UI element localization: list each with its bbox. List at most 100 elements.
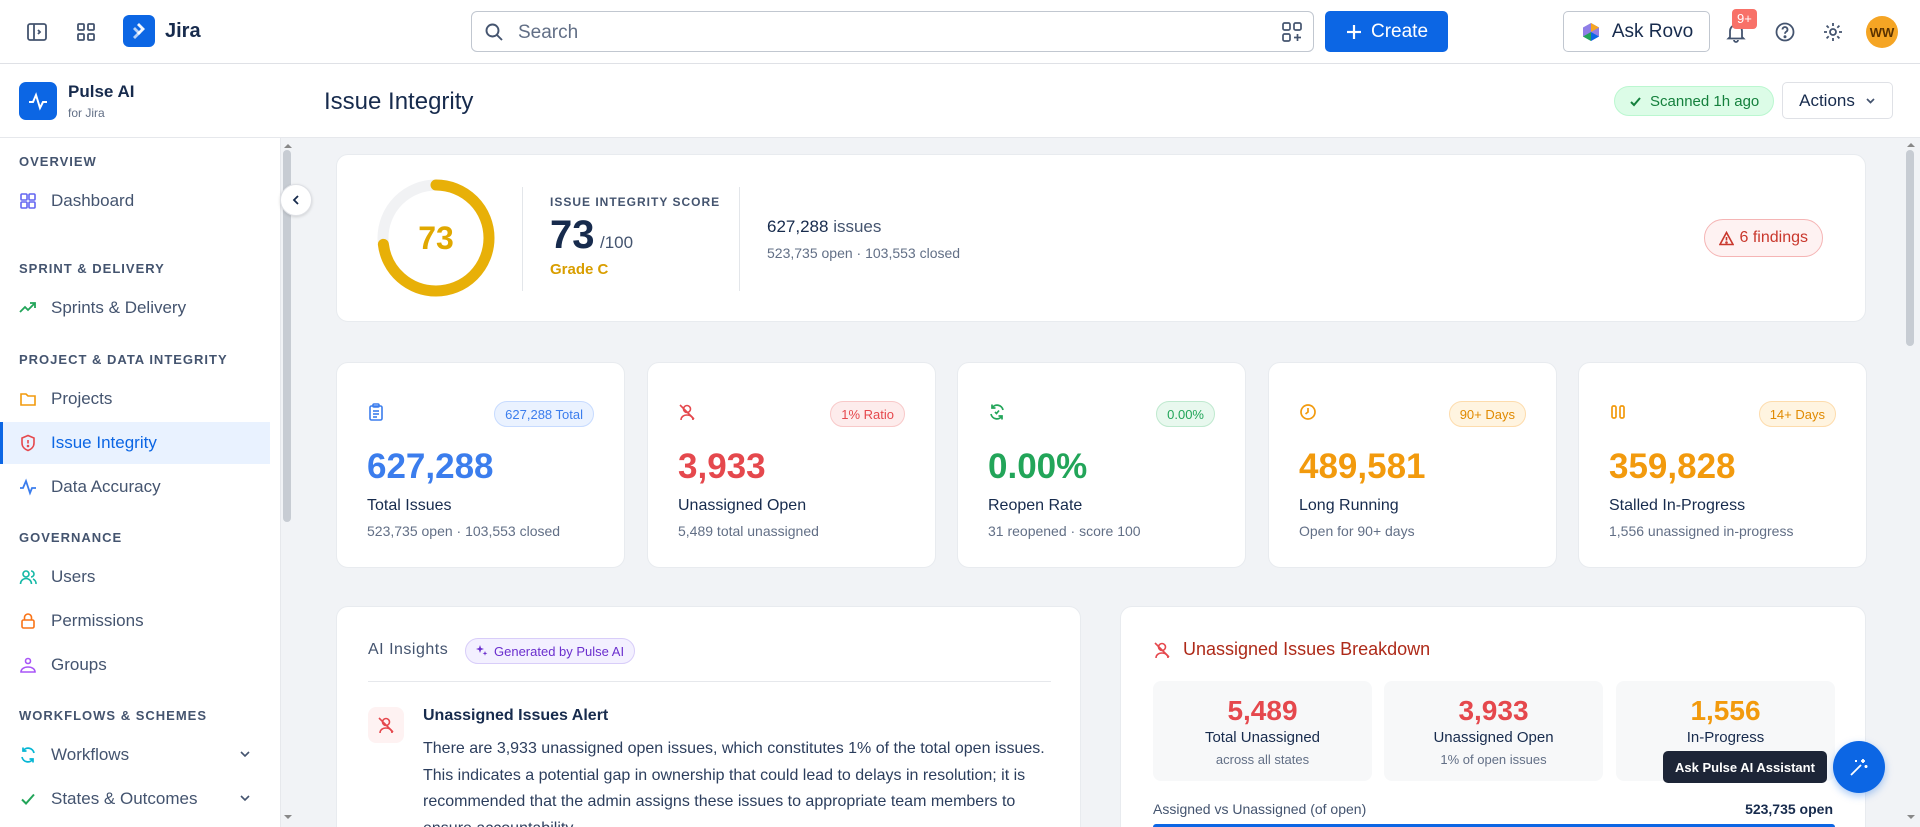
sidebar-item-label: Data Accuracy [51, 477, 161, 496]
sidebar-item-issue-integrity[interactable]: Issue Integrity [0, 422, 270, 464]
app-name: Pulse AI [68, 82, 135, 101]
collapse-sidebar-button[interactable] [280, 184, 312, 216]
sparkle-icon [476, 645, 488, 656]
search-input[interactable]: Search [471, 11, 1314, 52]
stat-sub: 523,735 open · 103,553 closed [367, 523, 561, 539]
sidebar-item-label: Issue Integrity [51, 433, 157, 452]
unassigned-breakdown-card: Unassigned Issues Breakdown 5,489 Total … [1120, 606, 1866, 827]
box-label: Unassigned Open [1433, 729, 1554, 746]
unassigned-breakdown-title-text: Unassigned Issues Breakdown [1183, 639, 1431, 659]
insight-text: There are 3,933 unassigned open issues, … [423, 740, 1045, 827]
main-scroll-down-icon[interactable] [1905, 812, 1917, 822]
score-ring-value: 73 [418, 219, 454, 256]
assigned-bar-value: 523,735 open [1745, 801, 1833, 817]
divider [739, 187, 740, 291]
create-button-label: Create [1370, 20, 1429, 42]
stat-sub: 31 reopened · score 100 [988, 523, 1141, 539]
stat-badge: 90+ Days [1448, 401, 1526, 427]
ask-assistant-button[interactable] [1833, 741, 1885, 793]
search-icon [485, 23, 503, 41]
sidebar-section-governance: GOVERNANCE [19, 530, 123, 545]
sidebar-item-states-outcomes[interactable]: States & Outcomes [0, 778, 270, 820]
findings-badge[interactable]: 6 findings [1703, 219, 1823, 257]
issues-word: issues [833, 217, 882, 236]
sidebar-toggle-icon[interactable] [19, 14, 55, 50]
check-icon [21, 793, 35, 805]
box-value: 1,556 [1690, 695, 1761, 726]
stat-label: Reopen Rate [988, 497, 1083, 514]
sidebar-item-label: Workflows [51, 745, 130, 764]
sidebar-item-projects[interactable]: Projects [0, 378, 270, 420]
stat-sub: Open for 90+ days [1299, 523, 1415, 539]
sidebar-item-groups[interactable]: Groups [0, 644, 270, 686]
ai-insights-title: AI Insights [368, 641, 449, 658]
alert-icon-box [368, 707, 404, 743]
divider [522, 187, 523, 291]
refresh-icon [21, 747, 35, 763]
assigned-bar-label: Assigned vs Unassigned (of open) [1153, 801, 1367, 817]
actions-label: Actions [1799, 90, 1855, 110]
box-value: 5,489 [1227, 695, 1298, 726]
ask-rovo-button[interactable]: Ask Rovo [1563, 11, 1710, 52]
main-scrollbar[interactable] [1906, 150, 1914, 346]
user-avatar[interactable]: WW [1866, 16, 1898, 48]
pulse-logo-icon [19, 82, 57, 120]
unassigned-breakdown-title: Unassigned Issues Breakdown [1153, 639, 1430, 660]
jira-product-name[interactable]: Jira [165, 20, 201, 43]
shield-icon [21, 434, 35, 452]
score-value: 73 [550, 213, 595, 257]
score-label: ISSUE INTEGRITY SCORE [550, 195, 721, 209]
stat-value: 489,581 [1299, 447, 1426, 486]
clipboard-icon [369, 403, 383, 421]
stat-label: Total Issues [367, 497, 452, 514]
sidebar-item-label: Sprints & Delivery [51, 298, 187, 317]
unassigned-open-box: 3,933 Unassigned Open 1% of open issues [1384, 681, 1603, 781]
stat-card-long-running[interactable]: 90+ Days 489,581 Long Running Open for 9… [1268, 362, 1557, 568]
box-label: In-Progress [1686, 729, 1765, 746]
app-subtitle: for Jira [68, 106, 105, 120]
chevron-down-icon[interactable] [238, 791, 252, 805]
chevron-down-icon[interactable] [238, 747, 252, 761]
stat-card-total-issues[interactable]: 627,288 Total 627,288 Total Issues 523,7… [336, 362, 625, 568]
chevron-left-icon [292, 195, 299, 205]
help-icon[interactable] [1767, 14, 1803, 50]
insight-title: Unassigned Issues Alert [423, 707, 609, 724]
sidebar-item-permissions[interactable]: Permissions [0, 600, 270, 642]
stat-value: 359,828 [1609, 447, 1736, 486]
app-switcher-icon[interactable] [68, 14, 104, 50]
lock-icon [21, 613, 35, 629]
stat-card-stalled[interactable]: 14+ Days 359,828 Stalled In-Progress 1,5… [1578, 362, 1867, 568]
sidebar-item-data-accuracy[interactable]: Data Accuracy [0, 466, 270, 508]
unassigned-total-box: 5,489 Total Unassigned across all states [1153, 681, 1372, 781]
pause-icon [1611, 405, 1625, 419]
stat-badge: 1% Ratio [830, 401, 905, 427]
create-button[interactable]: Create [1325, 11, 1448, 52]
sidebar-scroll-down-icon[interactable] [282, 812, 294, 822]
sidebar-item-dashboard[interactable]: Dashboard [0, 180, 270, 222]
box-value: 3,933 [1458, 695, 1529, 726]
box-sub: 1% of open issues [1440, 752, 1547, 767]
trend-up-icon [19, 302, 36, 313]
page-title: Issue Integrity [324, 88, 474, 115]
notification-count-badge: 9+ [1732, 9, 1757, 29]
search-filter-icon[interactable] [1281, 21, 1303, 43]
sidebar-item-users[interactable]: Users [0, 556, 270, 598]
stat-card-reopen-rate[interactable]: 0.00% 0.00% Reopen Rate 31 reopened · sc… [957, 362, 1246, 568]
sidebar-section-integrity: PROJECT & DATA INTEGRITY [19, 352, 228, 367]
stat-card-unassigned-open[interactable]: 1% Ratio 3,933 Unassigned Open 5,489 tot… [647, 362, 936, 568]
ai-insights-card: AI Insights Generated by Pulse AI Unassi… [336, 606, 1081, 827]
sidebar-item-label: Groups [51, 655, 107, 674]
jira-logo-icon[interactable] [123, 15, 155, 47]
issues-count: 627,288 [767, 217, 829, 236]
rovo-icon [1582, 22, 1599, 41]
main-scroll-up-icon[interactable] [1905, 140, 1917, 150]
stat-label: Stalled In-Progress [1609, 497, 1746, 514]
magic-wand-icon [1850, 759, 1868, 776]
box-label: Total Unassigned [1204, 729, 1321, 746]
sidebar-item-workflows[interactable]: Workflows [0, 734, 270, 776]
stat-value: 627,288 [367, 447, 494, 486]
sidebar-section-overview: OVERVIEW [19, 154, 97, 169]
settings-gear-icon[interactable] [1815, 14, 1851, 50]
sidebar-item-sprints[interactable]: Sprints & Delivery [0, 287, 270, 329]
actions-dropdown-button[interactable]: Actions [1782, 82, 1893, 119]
